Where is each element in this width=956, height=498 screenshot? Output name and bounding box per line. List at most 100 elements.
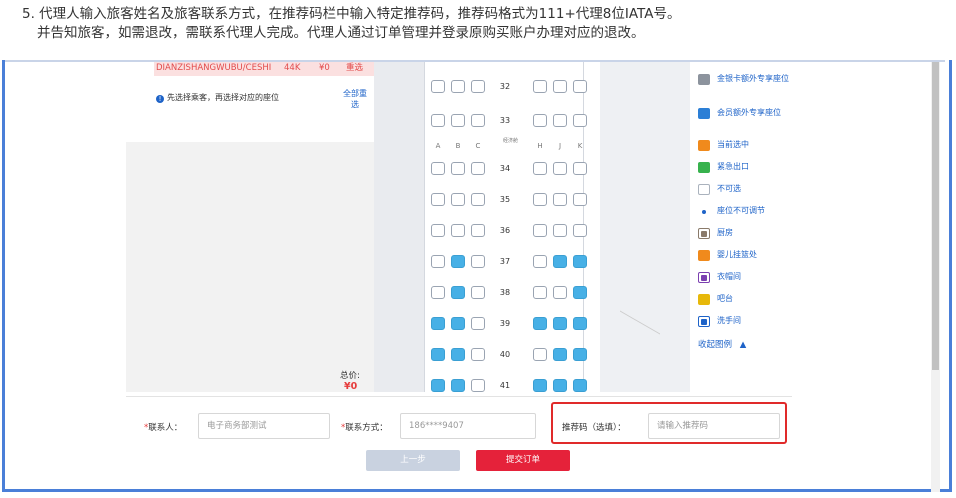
seat-35J[interactable] — [553, 193, 567, 206]
seat-38J[interactable] — [553, 286, 567, 299]
row-number: 36 — [499, 226, 511, 235]
seat-39J — [553, 317, 567, 330]
seat-34B[interactable] — [451, 162, 465, 175]
row-number: 41 — [499, 381, 511, 390]
seat-41C[interactable] — [471, 379, 485, 392]
total-label: 总价: — [340, 371, 360, 381]
row-number: 40 — [499, 350, 511, 359]
seat-36C[interactable] — [471, 224, 485, 237]
instruction-line-2: 并告知旅客，如需退改，需联系代理人完成。代理人通过订单管理并登录原购买账户办理对… — [37, 25, 645, 41]
seat-selection-panel: DIANZISHANGWUBU/CESHI 44K ¥0 重选 ! 先选择乘客，再… — [126, 62, 792, 392]
reselect-link[interactable]: 重选 — [346, 62, 363, 74]
contact-name-input[interactable]: 电子商务部测试 — [198, 413, 330, 439]
seat-36H[interactable] — [533, 224, 547, 237]
seat-33C[interactable] — [471, 114, 485, 127]
seat-column-C: C — [475, 142, 481, 150]
seat-33J[interactable] — [553, 114, 567, 127]
seat-blue-icon — [698, 108, 710, 119]
seat-38A[interactable] — [431, 286, 445, 299]
seat-37B — [451, 255, 465, 268]
seat-39H — [533, 317, 547, 330]
total-price: 总价:¥0 — [340, 369, 374, 392]
seat-grey-icon — [698, 74, 710, 85]
seat-34C[interactable] — [471, 162, 485, 175]
instruction-line-1: 5. 代理人输入旅客姓名及旅客联系方式，在推荐码栏中输入特定推荐码，推荐码格式为… — [22, 6, 681, 22]
seat-column-B: B — [455, 142, 461, 150]
seat-32C[interactable] — [471, 80, 485, 93]
seat-39B — [451, 317, 465, 330]
seat-38B — [451, 286, 465, 299]
row-number: 34 — [499, 164, 511, 173]
page-scrollbar[interactable] — [931, 62, 940, 492]
seat-37A[interactable] — [431, 255, 445, 268]
seat-41K — [573, 379, 587, 392]
dot-icon — [698, 206, 710, 217]
seat-39C[interactable] — [471, 317, 485, 330]
row-number: 38 — [499, 288, 511, 297]
seat-40B — [451, 348, 465, 361]
seat-column-J: J — [558, 142, 562, 150]
seat-39K — [573, 317, 587, 330]
seat-36J[interactable] — [553, 224, 567, 237]
info-icon: ! — [156, 95, 164, 103]
select-hint: ! 先选择乘客，再选择对应的座位 — [156, 92, 279, 103]
seat-32B[interactable] — [451, 80, 465, 93]
row-number: 35 — [499, 195, 511, 204]
seat-38C[interactable] — [471, 286, 485, 299]
seat-37H[interactable] — [533, 255, 547, 268]
passenger-seat: 44K — [284, 63, 301, 73]
seat-40C[interactable] — [471, 348, 485, 361]
seat-41B — [451, 379, 465, 392]
seat-32A[interactable] — [431, 80, 445, 93]
seat-column-K: K — [577, 142, 583, 150]
seat-36A[interactable] — [431, 224, 445, 237]
promo-code-input[interactable]: 请输入推荐码 — [648, 413, 780, 439]
seat-40J — [553, 348, 567, 361]
seat-36K[interactable] — [573, 224, 587, 237]
baby-icon — [698, 250, 710, 261]
row-number: 32 — [499, 82, 511, 91]
seat-green-icon — [698, 162, 710, 173]
passenger-panel: DIANZISHANGWUBU/CESHI 44K ¥0 重选 ! 先选择乘客，再… — [126, 62, 374, 392]
collapse-legend-button[interactable]: 收起图例 ▲ — [698, 338, 746, 350]
seat-32H[interactable] — [533, 80, 547, 93]
phone-input[interactable]: 186****9407 — [400, 413, 536, 439]
seat-39A — [431, 317, 445, 330]
seat-34J[interactable] — [553, 162, 567, 175]
seat-32K[interactable] — [573, 80, 587, 93]
seat-41A — [431, 379, 445, 392]
seat-33B[interactable] — [451, 114, 465, 127]
triangle-up-icon: ▲ — [739, 340, 747, 350]
seat-35A[interactable] — [431, 193, 445, 206]
toilet-icon — [698, 316, 710, 327]
reselect-all-link[interactable]: 全部重选 — [340, 88, 370, 110]
kitchen-icon — [698, 228, 710, 239]
seat-38H[interactable] — [533, 286, 547, 299]
seat-34H[interactable] — [533, 162, 547, 175]
row-number: 37 — [499, 257, 511, 266]
seat-column-H: H — [537, 142, 543, 150]
seat-41H — [533, 379, 547, 392]
seat-35H[interactable] — [533, 193, 547, 206]
cabin-class-label: 经济舱 — [503, 138, 519, 144]
seat-36B[interactable] — [451, 224, 465, 237]
submit-order-button[interactable]: 提交订单 — [476, 450, 570, 471]
seat-orange-icon — [698, 140, 710, 151]
seat-40H[interactable] — [533, 348, 547, 361]
seat-34K[interactable] — [573, 162, 587, 175]
seat-37C[interactable] — [471, 255, 485, 268]
contact-form: *联系人： 电子商务部测试 *联系方式： 186****9407 推荐码（选填）… — [126, 396, 792, 478]
seat-35K[interactable] — [573, 193, 587, 206]
seat-35B[interactable] — [451, 193, 465, 206]
passenger-row[interactable]: DIANZISHANGWUBU/CESHI 44K ¥0 重选 — [154, 62, 374, 76]
seat-33A[interactable] — [431, 114, 445, 127]
seat-33H[interactable] — [533, 114, 547, 127]
seat-32J[interactable] — [553, 80, 567, 93]
fuselage-right — [600, 62, 690, 392]
seat-35C[interactable] — [471, 193, 485, 206]
seat-column-A: A — [435, 142, 441, 150]
seat-34A[interactable] — [431, 162, 445, 175]
previous-step-button[interactable]: 上一步 — [366, 450, 460, 471]
promo-label: 推荐码（选填）： — [562, 423, 626, 433]
seat-33K[interactable] — [573, 114, 587, 127]
